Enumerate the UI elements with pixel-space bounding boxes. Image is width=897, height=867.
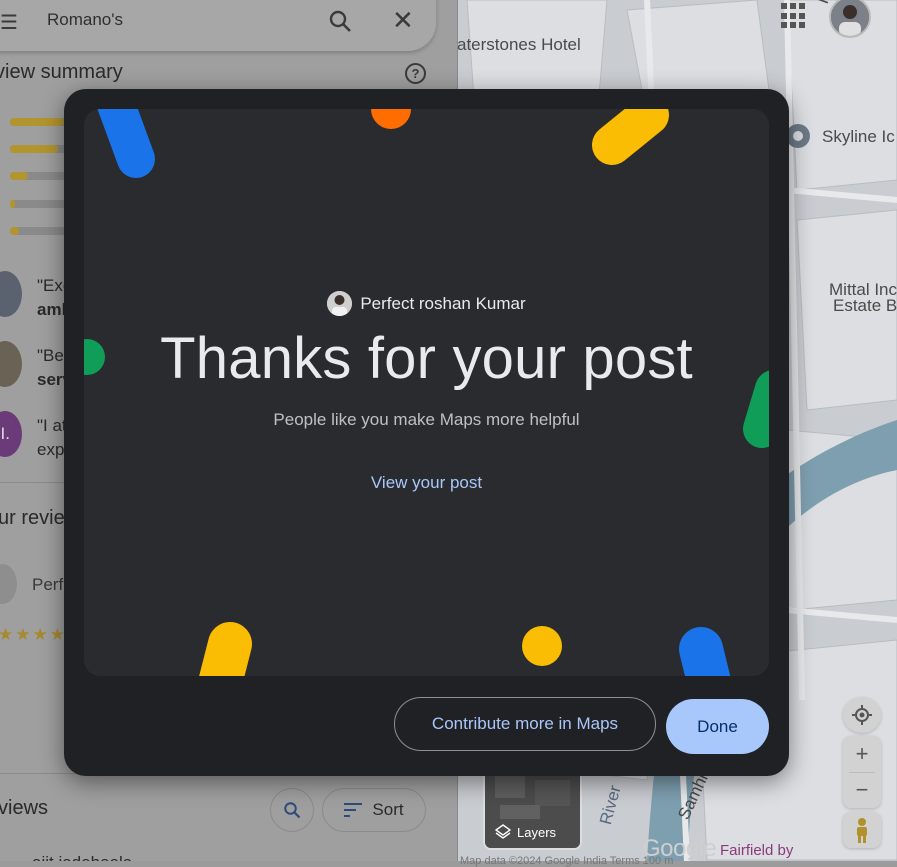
author-avatar (327, 291, 353, 316)
contribute-more-button[interactable]: Contribute more in Maps (394, 697, 656, 751)
review-summary-heading: view summary (0, 61, 123, 83)
map-label-mittal-2: Estate B (833, 296, 897, 315)
post-author: Perfect roshan Kumar (84, 291, 769, 316)
confetti-decoration (84, 109, 769, 676)
zoom-out-button[interactable]: − (843, 772, 881, 808)
snippet-avatar (0, 271, 22, 317)
layers-label: Layers (517, 824, 557, 840)
thanks-dialog: Perfect roshan Kumar Thanks for your pos… (64, 89, 789, 776)
star-rating[interactable]: ★★★★ (0, 625, 67, 645)
menu-icon[interactable]: ☰ (0, 10, 18, 35)
layers-icon (495, 824, 511, 839)
view-post-link[interactable]: View your post (354, 473, 499, 493)
my-location-button[interactable] (843, 697, 881, 733)
review-snippet[interactable]: "I at exp (37, 414, 67, 462)
map-label-hotel[interactable]: aterstones Hotel (457, 36, 581, 54)
snippet-avatar (0, 341, 22, 387)
sort-icon (344, 803, 363, 817)
reviews-heading: views (0, 797, 49, 819)
pegman-button[interactable] (843, 812, 881, 848)
close-icon[interactable]: ✕ (392, 7, 416, 33)
rating-bar-1 (10, 227, 70, 235)
search-icon[interactable] (328, 9, 352, 33)
snippet-avatar: I. (0, 411, 22, 457)
search-box[interactable]: ☰ Romano's ✕ (0, 0, 436, 51)
sort-label: Sort (372, 800, 404, 819)
search-icon (284, 802, 301, 819)
dialog-title: Thanks for your post (160, 326, 693, 391)
map-label-skyline[interactable]: Skyline Ic (822, 128, 895, 146)
rating-bar-3 (10, 172, 70, 180)
search-input[interactable]: Romano's (47, 10, 123, 30)
celebration-card: Perfect roshan Kumar Thanks for your pos… (84, 109, 769, 676)
rating-bar-2 (10, 200, 70, 208)
layers-button[interactable]: Layers (483, 768, 582, 850)
dialog-subtitle: People like you make Maps more helpful (273, 410, 580, 429)
map-label-fairfield[interactable]: Fairfield by (720, 842, 793, 859)
zoom-controls: + − (843, 736, 881, 808)
your-name: Perf (32, 575, 64, 594)
rating-bar-5 (10, 118, 70, 126)
crosshair-icon (852, 705, 872, 725)
done-button[interactable]: Done (666, 699, 769, 754)
sort-button[interactable]: Sort (322, 788, 426, 832)
google-apps-icon[interactable] (780, 2, 808, 30)
map-copyright[interactable]: Map data ©2024 Google India Terms 100 m (460, 855, 673, 867)
pegman-icon (857, 818, 867, 843)
search-reviews-button[interactable] (270, 788, 314, 832)
help-icon[interactable]: ? (405, 63, 426, 84)
your-avatar (0, 564, 17, 604)
zoom-in-button[interactable]: + (843, 736, 881, 772)
your-review-heading: ur revie (0, 507, 65, 529)
rating-bar-4 (10, 145, 70, 153)
reviewer-name: ajit jadeheela (32, 853, 132, 861)
author-name: Perfect roshan Kumar (360, 293, 526, 313)
